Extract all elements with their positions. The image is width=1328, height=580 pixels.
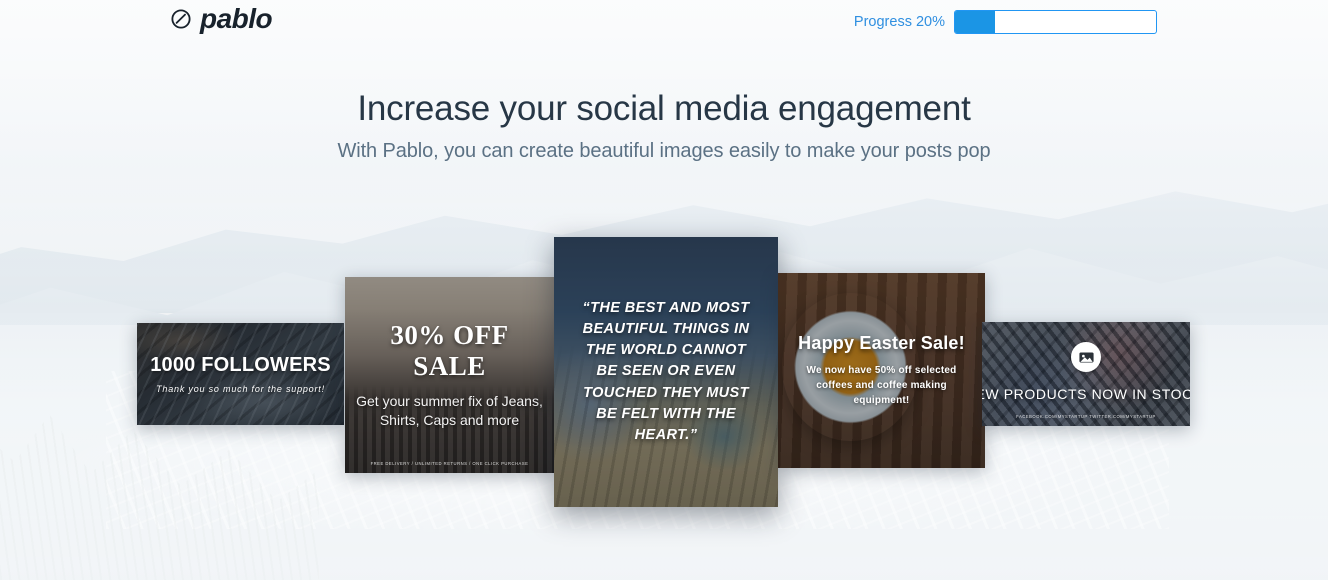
card-subtitle: Thank you so much for the support! bbox=[156, 384, 325, 394]
card-title: “THE BEST AND MOST BEAUTIFUL THINGS IN T… bbox=[582, 300, 750, 443]
hero-section: Increase your social media engagement Wi… bbox=[0, 88, 1328, 163]
progress-bar-fill bbox=[955, 11, 996, 33]
carousel-card-easter[interactable]: Happy Easter Sale! We now have 50% off s… bbox=[778, 273, 985, 468]
page-title: Increase your social media engagement bbox=[357, 89, 971, 128]
card-subtitle: We now have 50% off selected coffees and… bbox=[806, 365, 957, 406]
card-content: Happy Easter Sale! We now have 50% off s… bbox=[778, 273, 985, 468]
image-photo-icon bbox=[1071, 342, 1101, 372]
carousel-card-followers[interactable]: 1000 FOLLOWERS Thank you so much for the… bbox=[137, 323, 344, 425]
card-title: Happy Easter Sale! bbox=[798, 333, 965, 353]
carousel-card-sale[interactable]: 30% OFF SALE Get your summer fix of Jean… bbox=[345, 277, 554, 473]
card-title: NEW PRODUCTS NOW IN STOCK! bbox=[982, 386, 1190, 402]
card-subtitle: Get your summer fix of Jeans, Shirts, Ca… bbox=[356, 393, 543, 428]
card-content: 1000 FOLLOWERS Thank you so much for the… bbox=[137, 323, 344, 425]
logo-wordmark: pablo bbox=[200, 3, 273, 34]
progress-indicator: Progress 20% bbox=[854, 10, 1157, 34]
carousel-card-quote[interactable]: “THE BEST AND MOST BEAUTIFUL THINGS IN T… bbox=[554, 237, 778, 507]
card-content: “THE BEST AND MOST BEAUTIFUL THINGS IN T… bbox=[554, 237, 778, 507]
card-title: 1000 FOLLOWERS bbox=[150, 354, 331, 376]
card-title: 30% OFF SALE bbox=[390, 320, 509, 382]
page-subtitle: With Pablo, you can create beautiful ima… bbox=[337, 140, 991, 162]
progress-bar-track bbox=[954, 10, 1157, 34]
carousel-card-products[interactable]: NEW PRODUCTS NOW IN STOCK! FACEBOOK.COM/… bbox=[982, 322, 1190, 426]
pablo-circle-slash-icon bbox=[170, 8, 192, 30]
progress-label: Progress 20% bbox=[853, 14, 945, 30]
card-content: NEW PRODUCTS NOW IN STOCK! bbox=[982, 322, 1190, 426]
page-header: pablo Progress 20% bbox=[0, 0, 1328, 52]
card-footer: FREE DELIVERY / UNLIMITED RETURNS / ONE … bbox=[370, 461, 529, 466]
pablo-logo[interactable]: pablo bbox=[170, 3, 273, 34]
image-carousel: 1000 FOLLOWERS Thank you so much for the… bbox=[0, 0, 1328, 580]
card-footer: FACEBOOK.COM/MYSTARTUP TWITTER.COM/MYSTA… bbox=[1016, 414, 1156, 419]
card-content: 30% OFF SALE Get your summer fix of Jean… bbox=[345, 277, 554, 473]
